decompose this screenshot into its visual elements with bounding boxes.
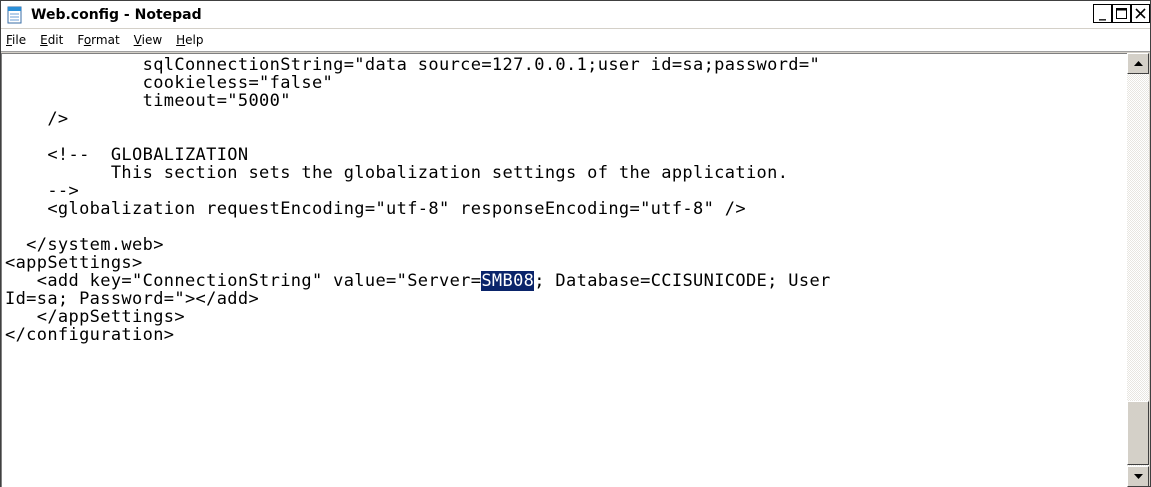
editor-content[interactable]: sqlConnectionString="data source=127.0.0… bbox=[2, 54, 1128, 344]
menu-help[interactable]: Help bbox=[169, 33, 210, 47]
code-line: </configuration> bbox=[5, 325, 175, 345]
menu-help-mnemonic: H bbox=[176, 33, 186, 47]
code-line: </appSettings> bbox=[5, 307, 185, 327]
selected-text[interactable]: SMB08 bbox=[481, 271, 535, 291]
close-button[interactable] bbox=[1131, 4, 1150, 23]
menu-bar: File Edit Format View Help bbox=[1, 29, 1150, 52]
maximize-button[interactable] bbox=[1112, 4, 1131, 23]
code-line-continuation: ; Database=CCISUNICODE; User bbox=[534, 271, 831, 291]
text-editor[interactable]: sqlConnectionString="data source=127.0.0… bbox=[1, 53, 1128, 487]
menu-format-label: rmat bbox=[91, 33, 120, 47]
code-line: --> bbox=[5, 181, 80, 201]
code-line: timeout="5000" bbox=[5, 91, 291, 111]
menu-format[interactable]: Format bbox=[70, 33, 126, 47]
title-bar[interactable]: Web.config - Notepad _ bbox=[1, 1, 1150, 28]
menu-view-mnemonic: V bbox=[133, 33, 142, 47]
code-line: Id=sa; Password="></add> bbox=[5, 289, 260, 309]
scroll-down-arrow-icon bbox=[1133, 474, 1143, 479]
window-title: Web.config - Notepad bbox=[31, 6, 202, 23]
notepad-icon bbox=[5, 5, 25, 25]
scroll-up-arrow-icon bbox=[1133, 61, 1143, 66]
code-line: <add key="ConnectionString" value="Serve… bbox=[5, 271, 482, 291]
menu-view-label: iew bbox=[141, 33, 163, 47]
menu-edit-mnemonic: E bbox=[40, 33, 48, 47]
code-line: </system.web> bbox=[5, 235, 164, 255]
menu-file-label: ile bbox=[12, 33, 27, 47]
code-line: cookieless="false" bbox=[5, 73, 334, 93]
code-line: sqlConnectionString="data source=127.0.0… bbox=[5, 55, 821, 75]
code-line: <appSettings> bbox=[5, 253, 143, 273]
menu-help-label: elp bbox=[185, 33, 204, 47]
code-line: This section sets the globalization sett… bbox=[5, 163, 789, 183]
notepad-window: Web.config - Notepad _ File Edit Format … bbox=[0, 0, 1151, 487]
menu-edit[interactable]: Edit bbox=[33, 33, 70, 47]
window-controls: _ bbox=[1093, 4, 1150, 23]
scroll-up-button[interactable] bbox=[1127, 53, 1149, 74]
menu-view[interactable]: View bbox=[127, 33, 169, 47]
code-line: <!-- GLOBALIZATION bbox=[5, 145, 249, 165]
scroll-down-button[interactable] bbox=[1127, 466, 1149, 487]
scroll-thumb[interactable] bbox=[1127, 401, 1149, 465]
menu-edit-label: dit bbox=[47, 33, 64, 47]
menu-file[interactable]: File bbox=[1, 33, 33, 47]
minimize-button[interactable]: _ bbox=[1093, 4, 1112, 23]
vertical-scrollbar[interactable] bbox=[1127, 53, 1149, 487]
code-line: <globalization requestEncoding="utf-8" r… bbox=[5, 199, 746, 219]
code-line: /> bbox=[5, 109, 69, 129]
